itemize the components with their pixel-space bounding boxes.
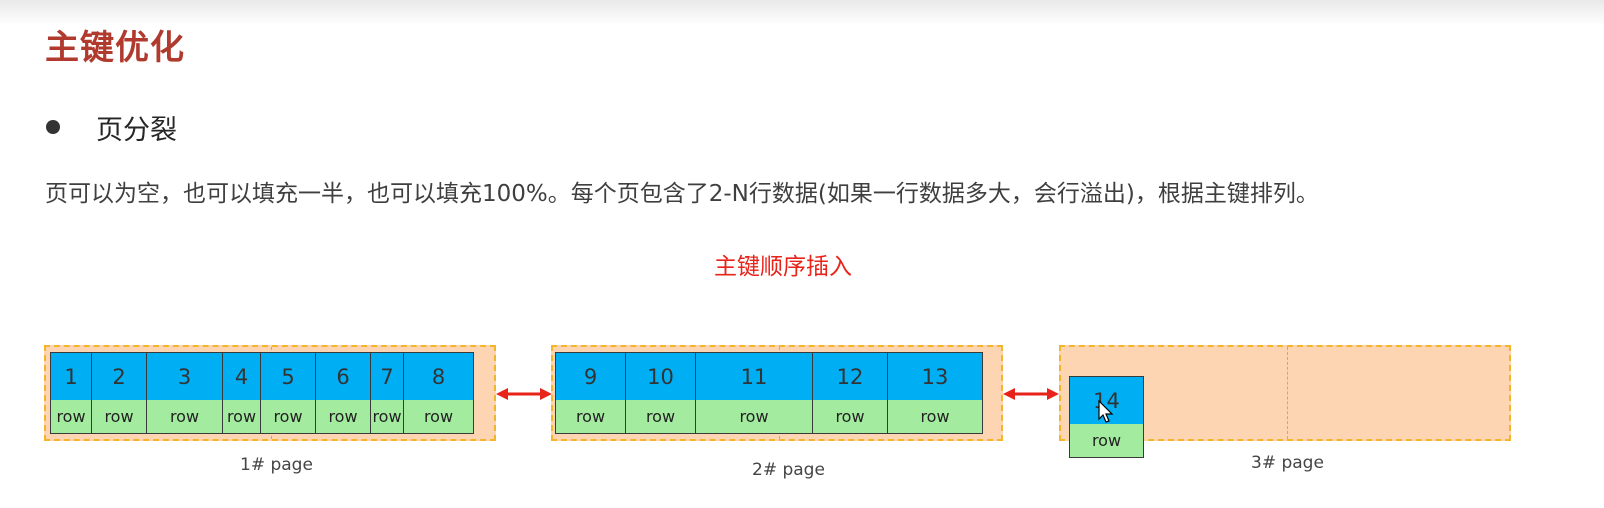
record-key: 9 <box>556 353 625 401</box>
page-title: 主键优化 <box>45 28 185 68</box>
record-12: 12 row <box>812 352 888 434</box>
record-row: row <box>556 400 625 433</box>
record-row: row <box>371 400 403 433</box>
mouse-cursor-icon <box>1098 400 1114 423</box>
record-6: 6 row <box>315 352 371 434</box>
record-row: row <box>696 400 812 433</box>
record-10: 10 row <box>625 352 696 434</box>
record-key: 1 <box>51 353 91 401</box>
record-key: 6 <box>316 353 370 401</box>
top-edge-shadow <box>0 0 1604 26</box>
record-1: 1 row <box>50 352 92 434</box>
record-row: row <box>813 400 887 433</box>
record-key: 2 <box>92 353 146 401</box>
record-key: 7 <box>371 353 403 401</box>
page-3-label: 3# page <box>1251 453 1324 473</box>
diagram-subtitle: 主键顺序插入 <box>714 254 852 280</box>
record-row: row <box>92 400 146 433</box>
record-row: row <box>626 400 695 433</box>
record-row: row <box>888 400 982 433</box>
record-3: 3 row <box>146 352 223 434</box>
record-row: row <box>316 400 370 433</box>
page-3-divider <box>1287 347 1288 439</box>
record-key: 5 <box>261 353 315 401</box>
record-2: 2 row <box>91 352 147 434</box>
double-arrow-icon <box>1003 388 1059 400</box>
record-11: 11 row <box>695 352 813 434</box>
record-7: 7 row <box>370 352 404 434</box>
record-5: 5 row <box>260 352 316 434</box>
record-13: 13 row <box>887 352 983 434</box>
record-row: row <box>223 400 260 433</box>
page-1-label: 1# page <box>240 455 313 475</box>
bullet-heading: 页分裂 <box>96 115 177 146</box>
record-key: 8 <box>404 353 473 401</box>
bullet-dot-icon <box>46 120 60 134</box>
record-key: 3 <box>147 353 222 401</box>
description-text: 页可以为空，也可以填充一半，也可以填充100%。每个页包含了2-N行数据(如果一… <box>45 181 1319 207</box>
record-8: 8 row <box>403 352 474 434</box>
record-key: 13 <box>888 353 982 401</box>
record-row: row <box>404 400 473 433</box>
record-row: row <box>261 400 315 433</box>
record-row: row <box>51 400 91 433</box>
record-key: 10 <box>626 353 695 401</box>
page-2-label: 2# page <box>752 460 825 480</box>
record-key: 12 <box>813 353 887 401</box>
record-row: row <box>147 400 222 433</box>
record-4: 4 row <box>222 352 261 434</box>
record-key: 11 <box>696 353 812 401</box>
record-9: 9 row <box>555 352 626 434</box>
record-row: row <box>1070 424 1143 457</box>
double-arrow-icon <box>496 388 552 400</box>
record-key: 4 <box>223 353 260 401</box>
